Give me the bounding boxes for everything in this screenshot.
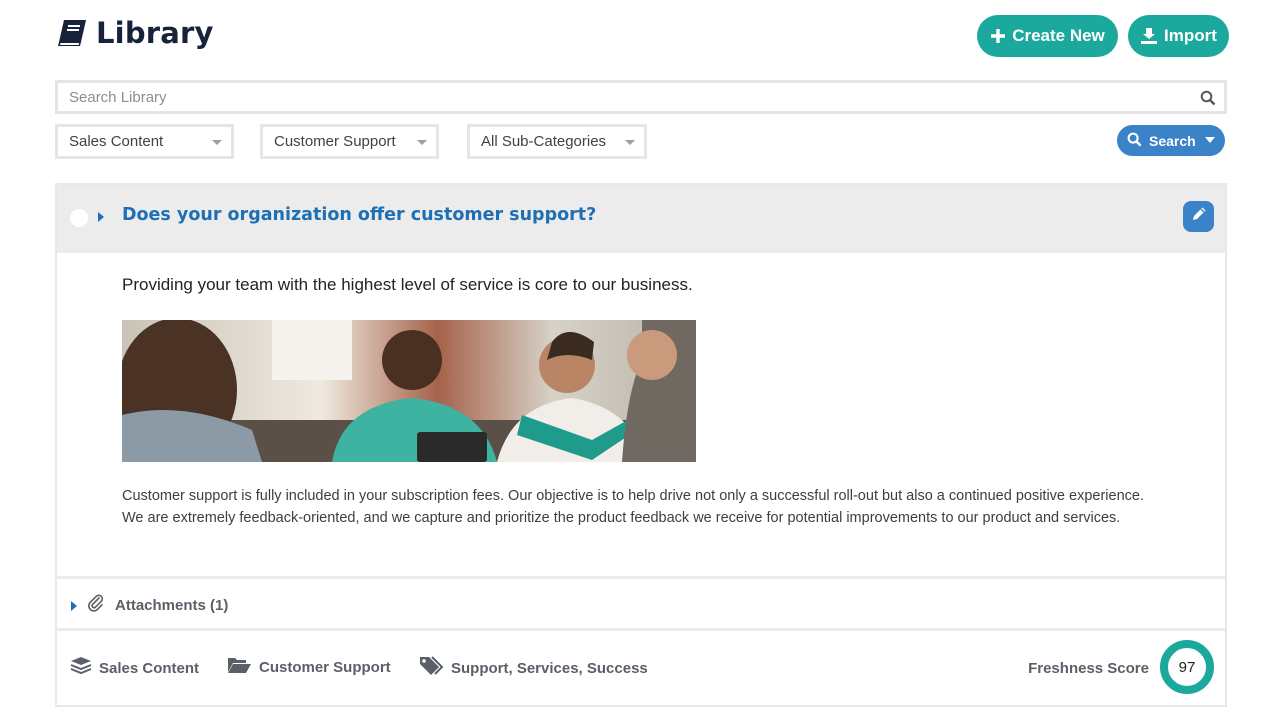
create-new-label: Create New <box>1012 26 1105 45</box>
plus-icon <box>990 28 1006 44</box>
expand-toggle-icon <box>71 600 77 611</box>
subject-select-value: Customer Support <box>274 133 396 150</box>
entry-header: Does your organization offer customer su… <box>57 185 1225 253</box>
select-entry-radio[interactable] <box>70 209 88 227</box>
tags-icon <box>419 656 444 680</box>
meta-folder-label: Customer Support <box>259 658 391 676</box>
category-select[interactable]: Sales Content <box>55 124 234 159</box>
freshness-score-value: 97 <box>1178 658 1196 676</box>
team-meeting-photo <box>122 320 696 462</box>
folder-open-icon <box>227 656 252 678</box>
edit-button[interactable] <box>1183 201 1214 232</box>
stack-layers-icon <box>70 656 92 680</box>
chevron-down-icon <box>625 140 635 145</box>
divider <box>57 628 1225 631</box>
search-icon[interactable] <box>1200 90 1216 111</box>
page-title: Library <box>96 16 214 50</box>
import-icon <box>1140 27 1158 45</box>
search-icon <box>1127 132 1142 150</box>
freshness-score-badge: 97 <box>1160 640 1214 694</box>
dropdown-caret-icon[interactable] <box>1205 137 1215 143</box>
library-entry-card: Does your organization offer customer su… <box>55 183 1227 707</box>
search-bar <box>55 80 1227 114</box>
meta-category: Sales Content <box>70 656 199 680</box>
entry-question[interactable]: Does your organization offer customer su… <box>122 205 596 225</box>
search-button-label: Search <box>1149 132 1196 149</box>
meta-tags: Support, Services, Success <box>419 656 648 680</box>
subject-select[interactable]: Customer Support <box>260 124 439 159</box>
header: Library Create New Import <box>56 14 1229 58</box>
pencil-icon <box>1190 205 1208 228</box>
import-label: Import <box>1164 26 1217 45</box>
book-icon <box>56 18 88 48</box>
freshness-score-label: Freshness Score <box>1028 660 1149 677</box>
subcategory-select[interactable]: All Sub-Categories <box>467 124 647 159</box>
search-button[interactable]: Search <box>1117 125 1225 156</box>
divider <box>57 576 1225 579</box>
search-input[interactable] <box>58 83 1224 111</box>
meta-tags-label: Support, Services, Success <box>451 659 648 677</box>
title-group: Library <box>56 16 214 50</box>
import-button[interactable]: Import <box>1128 15 1229 57</box>
meta-category-label: Sales Content <box>99 659 200 677</box>
chevron-down-icon <box>417 140 427 145</box>
meta-folder: Customer Support <box>227 656 391 678</box>
category-select-value: Sales Content <box>69 133 164 150</box>
expand-toggle-icon[interactable] <box>98 212 104 222</box>
attachments-toggle[interactable]: Attachments (1) <box>71 594 228 617</box>
answer-body: Customer support is fully included in yo… <box>122 488 1144 526</box>
attachments-label: Attachments (1) <box>115 597 229 614</box>
answer-lead: Providing your team with the highest lev… <box>122 275 693 294</box>
paperclip-icon <box>87 594 105 617</box>
create-new-button[interactable]: Create New <box>977 15 1118 57</box>
chevron-down-icon <box>212 140 222 145</box>
subcategory-select-value: All Sub-Categories <box>481 133 607 150</box>
